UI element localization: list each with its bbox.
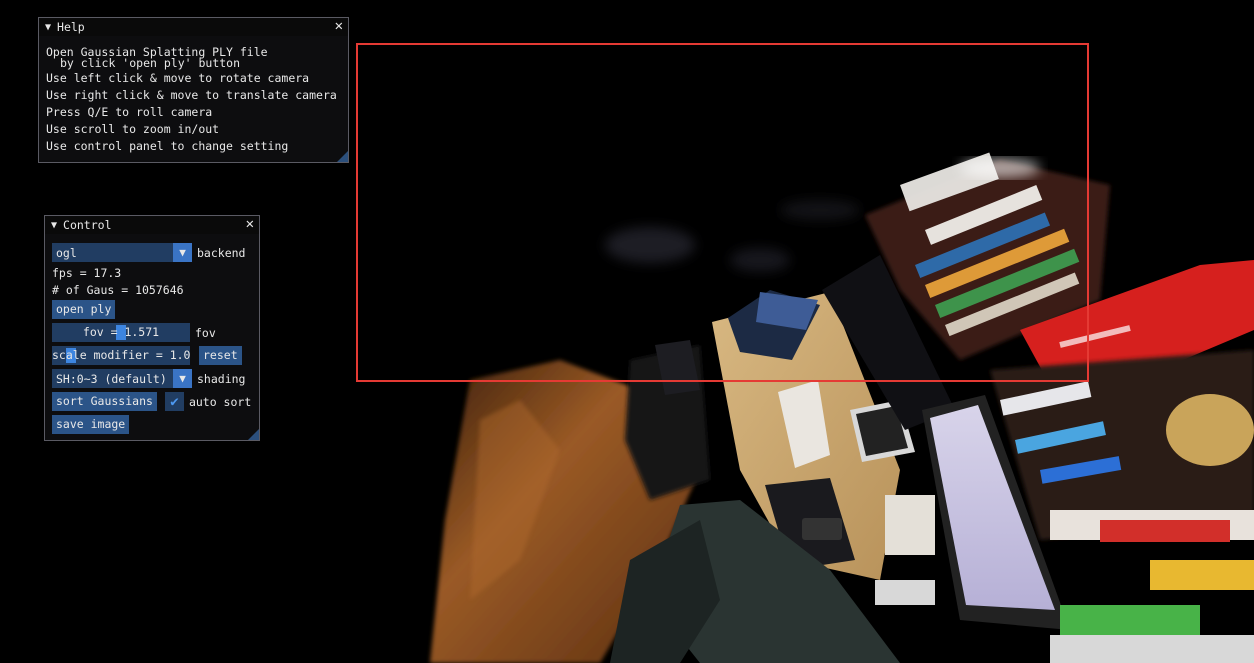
selection-rectangle bbox=[356, 43, 1089, 382]
collapse-triangle-icon[interactable]: ▼ bbox=[51, 220, 57, 231]
scale-modifier-value: scale modifier = 1.0 bbox=[52, 348, 191, 362]
help-line: Use right click & move to translate came… bbox=[46, 88, 337, 102]
shading-value: SH:0~3 (default) bbox=[56, 371, 167, 386]
control-title: Control bbox=[63, 218, 112, 232]
shading-row: SH:0~3 (default) ▼ shading bbox=[52, 369, 245, 388]
open-ply-button[interactable]: open ply bbox=[52, 300, 116, 319]
control-titlebar[interactable]: ▼ Control ✕ bbox=[45, 216, 259, 234]
help-line: Use scroll to zoom in/out bbox=[46, 122, 220, 136]
auto-sort-label: auto sort bbox=[188, 394, 252, 409]
close-icon[interactable]: ✕ bbox=[246, 216, 254, 233]
gaussian-count-text: # of Gaus = 1057646 bbox=[52, 282, 184, 297]
fov-row: fov = 1.571 fov bbox=[52, 323, 216, 342]
auto-sort-checkbox[interactable]: ✔ bbox=[164, 392, 184, 411]
control-window: ▼ Control ✕ ogl ▼ backend fps = 17.3 # o… bbox=[44, 215, 260, 441]
help-titlebar[interactable]: ▼ Help ✕ bbox=[39, 18, 348, 36]
reset-button[interactable]: reset bbox=[199, 346, 242, 365]
backend-combo[interactable]: ogl ▼ bbox=[52, 243, 192, 262]
help-line: Use left click & move to rotate camera bbox=[46, 71, 310, 85]
backend-row: ogl ▼ backend bbox=[52, 243, 245, 262]
chevron-down-icon[interactable]: ▼ bbox=[173, 369, 192, 388]
sort-row: sort Gaussians ✔ auto sort bbox=[52, 392, 251, 411]
checkmark-icon: ✔ bbox=[170, 393, 179, 410]
fov-value: fov = 1.571 bbox=[82, 325, 160, 339]
close-icon[interactable]: ✕ bbox=[335, 18, 343, 35]
shading-label: shading bbox=[197, 371, 246, 386]
help-line: by click 'open ply' button bbox=[60, 56, 241, 70]
scale-modifier-slider[interactable]: scale modifier = 1.0 bbox=[52, 346, 190, 365]
resize-grip-icon[interactable] bbox=[248, 429, 259, 440]
save-image-button[interactable]: save image bbox=[52, 415, 130, 434]
backend-value: ogl bbox=[56, 245, 77, 260]
help-text: Open Gaussian Splatting PLY file by clic… bbox=[39, 36, 348, 155]
fov-label: fov bbox=[195, 325, 216, 340]
resize-grip-icon[interactable] bbox=[337, 151, 348, 162]
shading-combo[interactable]: SH:0~3 (default) ▼ bbox=[52, 369, 192, 388]
backend-label: backend bbox=[197, 245, 246, 260]
help-line: Use control panel to change setting bbox=[46, 139, 289, 153]
help-window: ▼ Help ✕ Open Gaussian Splatting PLY fil… bbox=[38, 17, 349, 163]
chevron-down-icon[interactable]: ▼ bbox=[173, 243, 192, 262]
sort-gaussians-button[interactable]: sort Gaussians bbox=[52, 392, 157, 411]
help-title: Help bbox=[57, 20, 85, 34]
help-line: Press Q/E to roll camera bbox=[46, 105, 213, 119]
fov-slider[interactable]: fov = 1.571 bbox=[52, 323, 190, 342]
collapse-triangle-icon[interactable]: ▼ bbox=[45, 22, 51, 33]
scale-row: scale modifier = 1.0 reset bbox=[52, 346, 242, 365]
